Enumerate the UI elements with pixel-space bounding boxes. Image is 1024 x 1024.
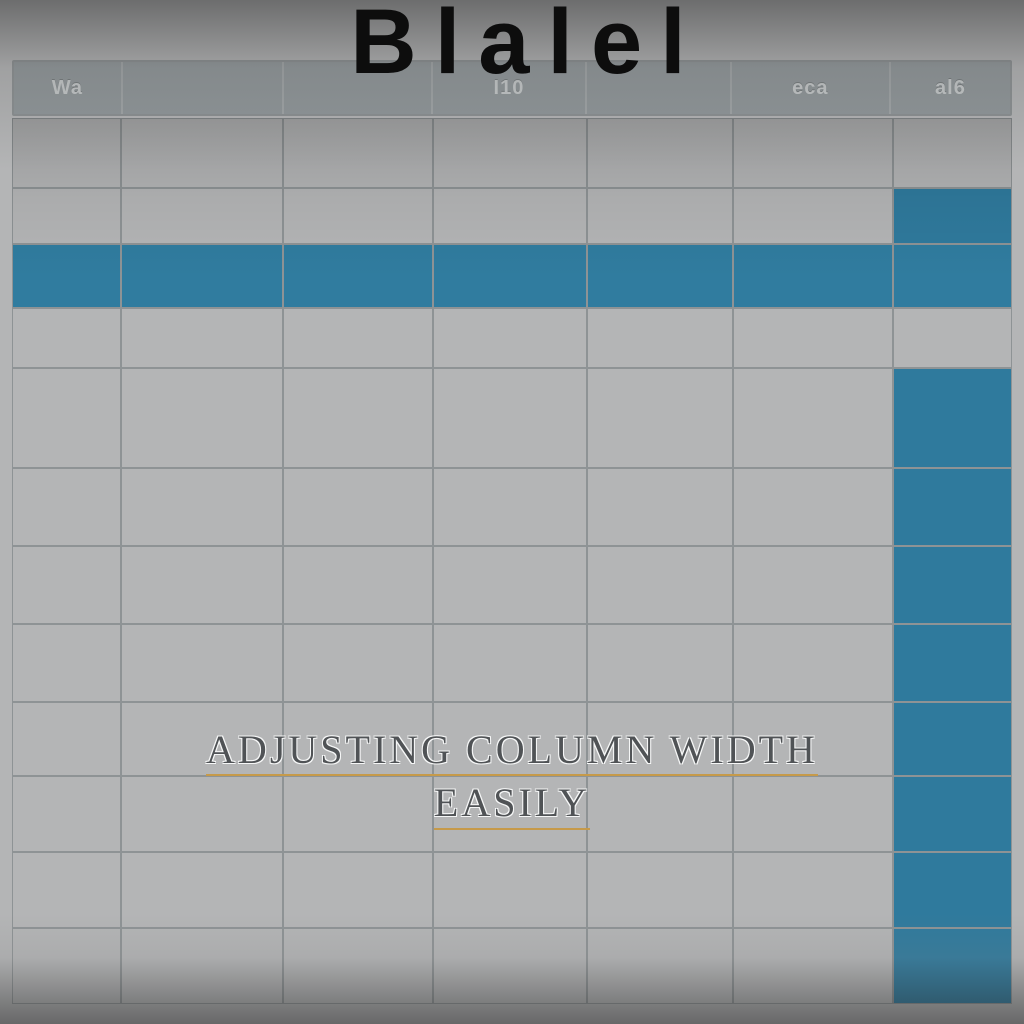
- cell[interactable]: [433, 546, 587, 624]
- cell[interactable]: [587, 852, 733, 928]
- cell[interactable]: [12, 852, 121, 928]
- cell[interactable]: [12, 546, 121, 624]
- cell[interactable]: [587, 624, 733, 702]
- cell[interactable]: [12, 368, 121, 468]
- cell[interactable]: [12, 244, 121, 308]
- cell[interactable]: [733, 852, 893, 928]
- cell[interactable]: [893, 118, 1012, 188]
- cell[interactable]: [12, 928, 121, 1004]
- cell[interactable]: [433, 368, 587, 468]
- table-row: [12, 188, 1012, 244]
- caption-line-1: Adjusting Column Width: [206, 727, 818, 776]
- cell[interactable]: [433, 468, 587, 546]
- cell[interactable]: [893, 244, 1012, 308]
- cell[interactable]: [283, 468, 433, 546]
- cell[interactable]: [587, 308, 733, 368]
- cell[interactable]: [121, 624, 283, 702]
- cell[interactable]: [587, 546, 733, 624]
- cell[interactable]: [587, 188, 733, 244]
- cell[interactable]: [433, 928, 587, 1004]
- cell[interactable]: [283, 928, 433, 1004]
- cell[interactable]: [12, 468, 121, 546]
- table-row: [12, 244, 1012, 308]
- cell[interactable]: [587, 928, 733, 1004]
- cell[interactable]: [893, 368, 1012, 468]
- cell[interactable]: [893, 188, 1012, 244]
- table-row: [12, 308, 1012, 368]
- cell[interactable]: [433, 308, 587, 368]
- cell[interactable]: [12, 188, 121, 244]
- cell[interactable]: [283, 244, 433, 308]
- cell[interactable]: [893, 468, 1012, 546]
- cell[interactable]: [283, 624, 433, 702]
- cell[interactable]: [12, 624, 121, 702]
- page-title: Blalel: [0, 0, 1024, 95]
- cell[interactable]: [283, 118, 433, 188]
- table-row: [12, 468, 1012, 546]
- cell[interactable]: [733, 308, 893, 368]
- table-row: [12, 928, 1012, 1004]
- cell[interactable]: [733, 244, 893, 308]
- cell[interactable]: [433, 852, 587, 928]
- cell[interactable]: [433, 244, 587, 308]
- cell[interactable]: [121, 852, 283, 928]
- cell[interactable]: [121, 368, 283, 468]
- spreadsheet-grid[interactable]: [12, 118, 1012, 1024]
- cell[interactable]: [433, 188, 587, 244]
- cell[interactable]: [733, 546, 893, 624]
- cell[interactable]: [733, 624, 893, 702]
- cell[interactable]: [587, 118, 733, 188]
- cell[interactable]: [121, 546, 283, 624]
- cell[interactable]: [433, 118, 587, 188]
- cell[interactable]: [283, 188, 433, 244]
- table-row: [12, 368, 1012, 468]
- cell[interactable]: [121, 928, 283, 1004]
- cell[interactable]: [893, 852, 1012, 928]
- cell[interactable]: [587, 244, 733, 308]
- cell[interactable]: [733, 368, 893, 468]
- cell[interactable]: [283, 852, 433, 928]
- cell[interactable]: [12, 118, 121, 188]
- table-row: [12, 546, 1012, 624]
- table-row: [12, 118, 1012, 188]
- cell[interactable]: [587, 468, 733, 546]
- cell[interactable]: [12, 308, 121, 368]
- cell[interactable]: [121, 244, 283, 308]
- cell[interactable]: [893, 308, 1012, 368]
- cell[interactable]: [121, 468, 283, 546]
- overlay-caption: Adjusting Column Width Easily: [0, 726, 1024, 830]
- cell[interactable]: [283, 368, 433, 468]
- cell[interactable]: [893, 546, 1012, 624]
- cell[interactable]: [283, 546, 433, 624]
- cell[interactable]: [283, 308, 433, 368]
- cell[interactable]: [121, 118, 283, 188]
- cell[interactable]: [733, 928, 893, 1004]
- cell[interactable]: [733, 188, 893, 244]
- cell[interactable]: [893, 624, 1012, 702]
- caption-line-2: Easily: [434, 779, 590, 830]
- cell[interactable]: [121, 308, 283, 368]
- cell[interactable]: [587, 368, 733, 468]
- cell[interactable]: [121, 188, 283, 244]
- table-row: [12, 624, 1012, 702]
- cell[interactable]: [433, 624, 587, 702]
- cell[interactable]: [733, 118, 893, 188]
- cell[interactable]: [893, 928, 1012, 1004]
- cell[interactable]: [733, 468, 893, 546]
- table-row: [12, 852, 1012, 928]
